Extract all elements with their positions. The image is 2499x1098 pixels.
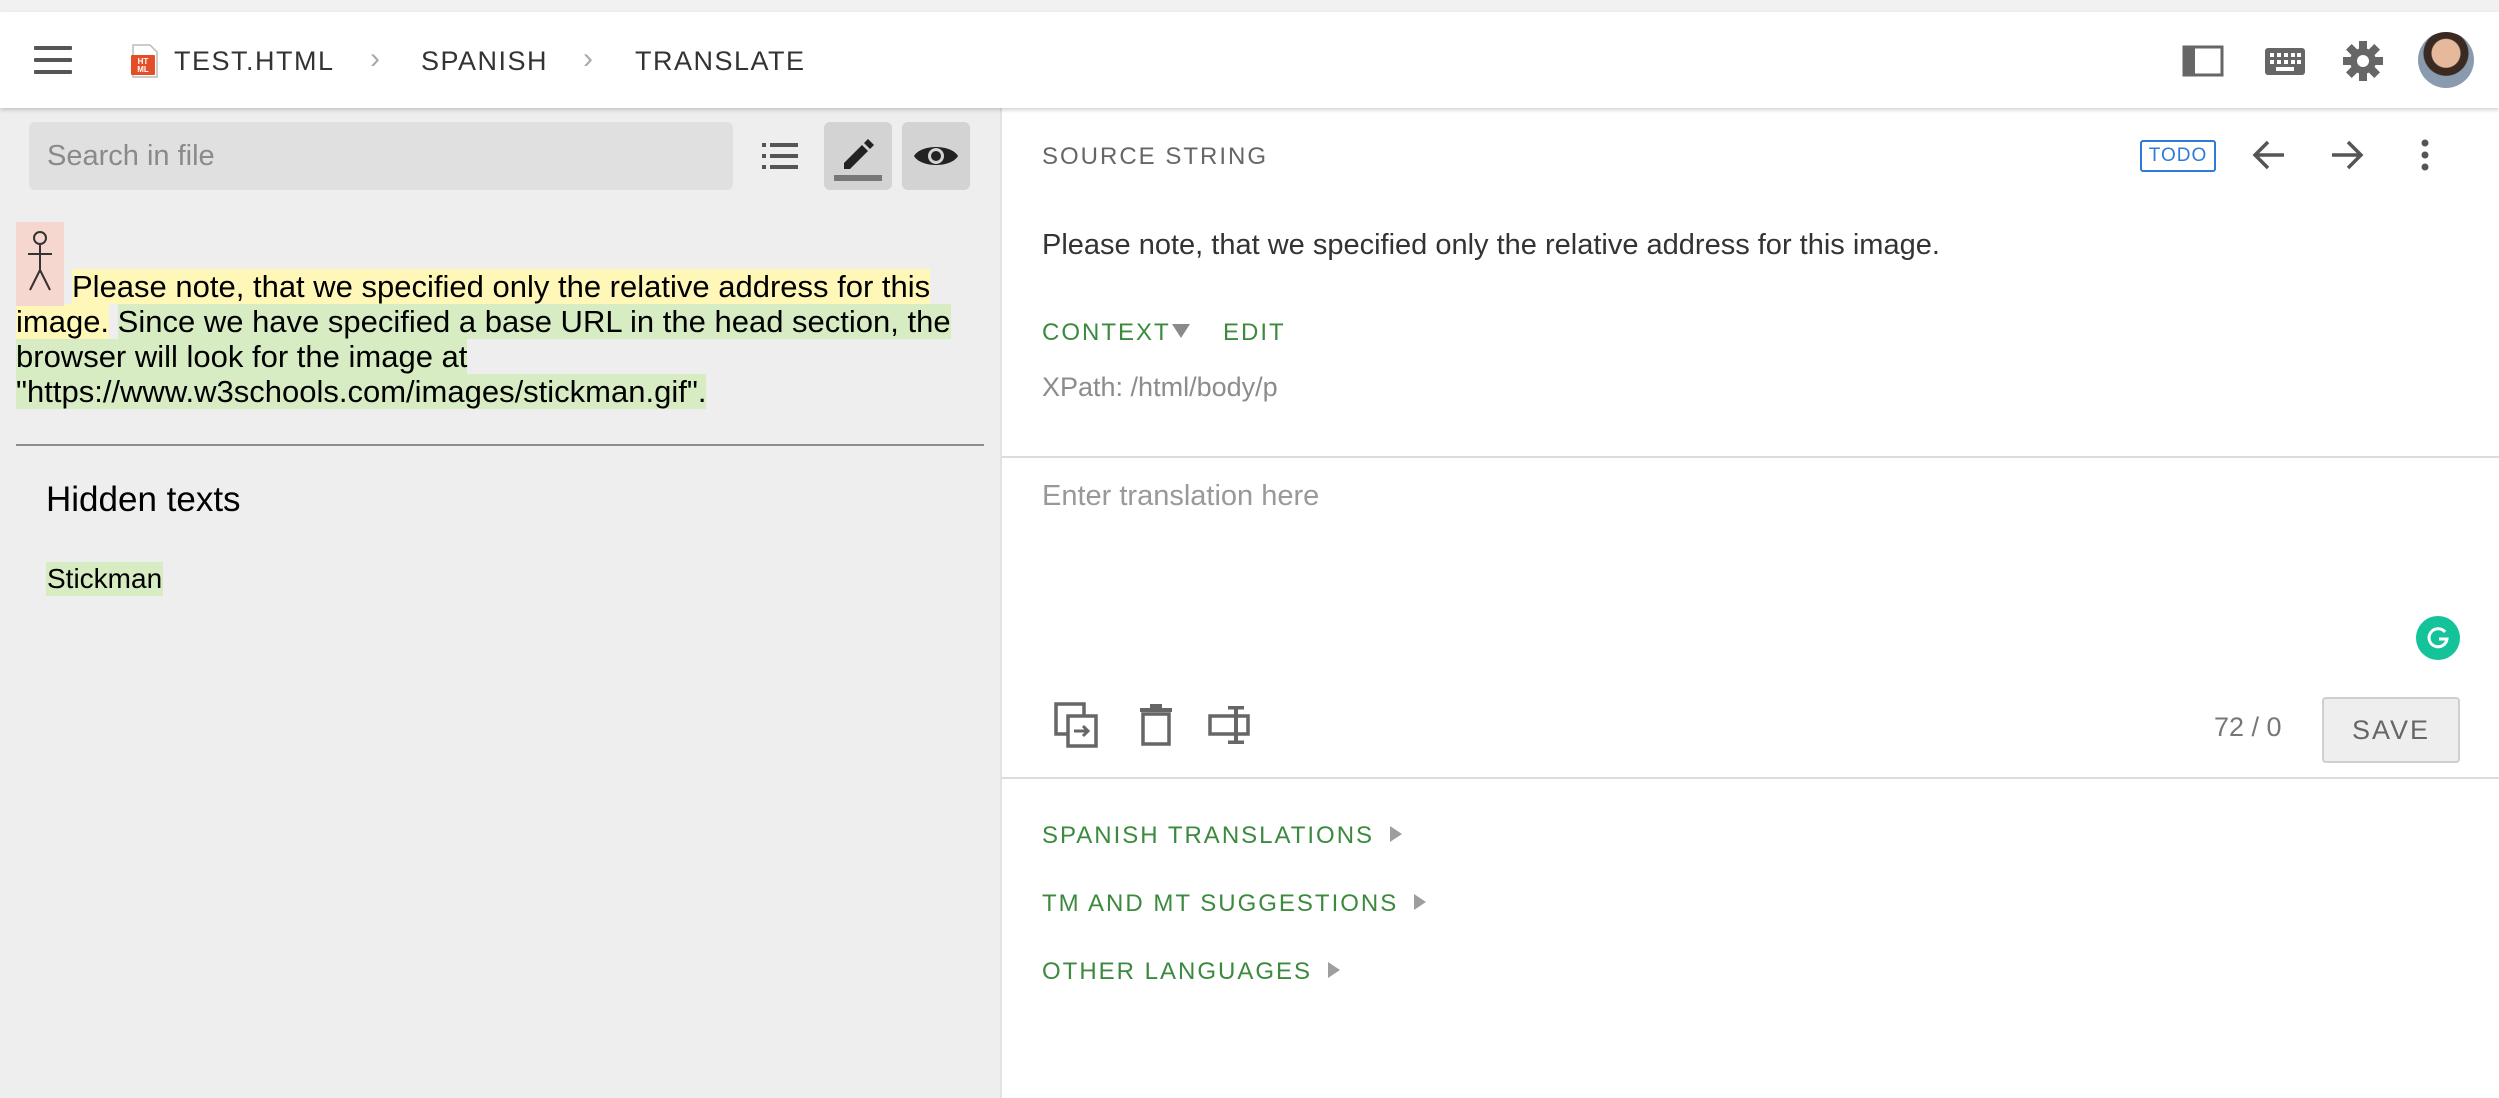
arrow-left-icon[interactable]	[2246, 132, 2292, 178]
stickman-icon	[28, 231, 52, 291]
breadcrumb-file[interactable]: TEST.HTML	[174, 46, 335, 77]
arrow-right-icon[interactable]	[2324, 132, 2370, 178]
xpath-context: XPath: /html/body/p	[1042, 372, 1278, 402]
hidden-text-item[interactable]: Stickman	[46, 562, 164, 596]
context-toggle[interactable]: CONTEXT	[1042, 319, 1171, 347]
section-other-languages[interactable]: OTHER LANGUAGES	[1042, 958, 1341, 986]
source-preview: Please note, that we specified only the …	[16, 220, 984, 409]
source-string-text: Please note, that we specified only the …	[1042, 229, 1940, 261]
caret-right-icon	[1414, 894, 1427, 910]
html-file-icon: HT ML	[131, 44, 158, 78]
character-counter: 72 / 0	[2214, 712, 2282, 742]
breadcrumb-translate: TRANSLATE	[635, 46, 806, 76]
grammarly-g-icon	[2427, 627, 2449, 649]
chevron-right-icon: ›	[370, 42, 380, 75]
save-button[interactable]: SAVE	[2322, 697, 2460, 763]
sidebar-toggle-icon[interactable]	[2182, 40, 2224, 82]
search-input[interactable]	[29, 122, 733, 190]
file-preview-pane: Please note, that we specified only the …	[0, 108, 1000, 1098]
caret-down-icon[interactable]	[1172, 324, 1190, 338]
stickman-image[interactable]	[16, 222, 64, 306]
chevron-right-icon: ›	[583, 42, 593, 75]
hidden-texts-heading: Hidden texts	[46, 480, 241, 519]
copy-source-icon[interactable]	[1052, 700, 1100, 750]
avatar[interactable]	[2418, 32, 2474, 88]
section-tm-mt-suggestions[interactable]: TM AND MT SUGGESTIONS	[1042, 890, 1427, 918]
grammarly-icon[interactable]	[2416, 616, 2460, 660]
delete-icon[interactable]	[1132, 700, 1180, 750]
edit-mode-button[interactable]	[824, 122, 892, 190]
window-top-strip	[0, 0, 2499, 12]
breadcrumb-language[interactable]: SPANISH	[421, 46, 548, 77]
section-spanish-translations[interactable]: SPANISH TRANSLATIONS	[1042, 822, 1403, 850]
preview-mode-button[interactable]	[902, 122, 970, 190]
translation-input[interactable]	[1042, 480, 2422, 650]
editor-pane: SOURCE STRING TODO Please note, that we …	[1002, 108, 2499, 1098]
section-label: OTHER LANGUAGES	[1042, 958, 1313, 985]
menu-icon[interactable]	[34, 46, 72, 74]
list-view-button[interactable]	[746, 122, 814, 190]
eye-icon	[914, 147, 958, 165]
section-label: SPANISH TRANSLATIONS	[1042, 822, 1375, 849]
divider	[1002, 777, 2499, 779]
divider	[16, 444, 984, 446]
more-vert-icon[interactable]	[2402, 132, 2448, 178]
gear-icon[interactable]	[2342, 40, 2384, 82]
insert-placeholder-icon[interactable]	[1208, 700, 1256, 750]
keyboard-icon[interactable]	[2264, 40, 2306, 82]
section-label: TM AND MT SUGGESTIONS	[1042, 890, 1399, 917]
list-icon	[762, 143, 798, 169]
divider	[1002, 456, 2499, 458]
caret-right-icon	[1328, 962, 1341, 978]
svg-text:ML: ML	[137, 65, 149, 74]
source-string-label: SOURCE STRING	[1042, 143, 1269, 170]
edit-icon	[834, 139, 882, 181]
edit-context-link[interactable]: EDIT	[1223, 319, 1286, 347]
app-header: HT ML TEST.HTML › SPANISH › TRANSLATE	[0, 12, 2499, 108]
caret-right-icon	[1390, 826, 1403, 842]
preview-segment[interactable]: Since we have specified a base URL in th…	[16, 304, 951, 409]
status-badge: TODO	[2140, 140, 2216, 172]
